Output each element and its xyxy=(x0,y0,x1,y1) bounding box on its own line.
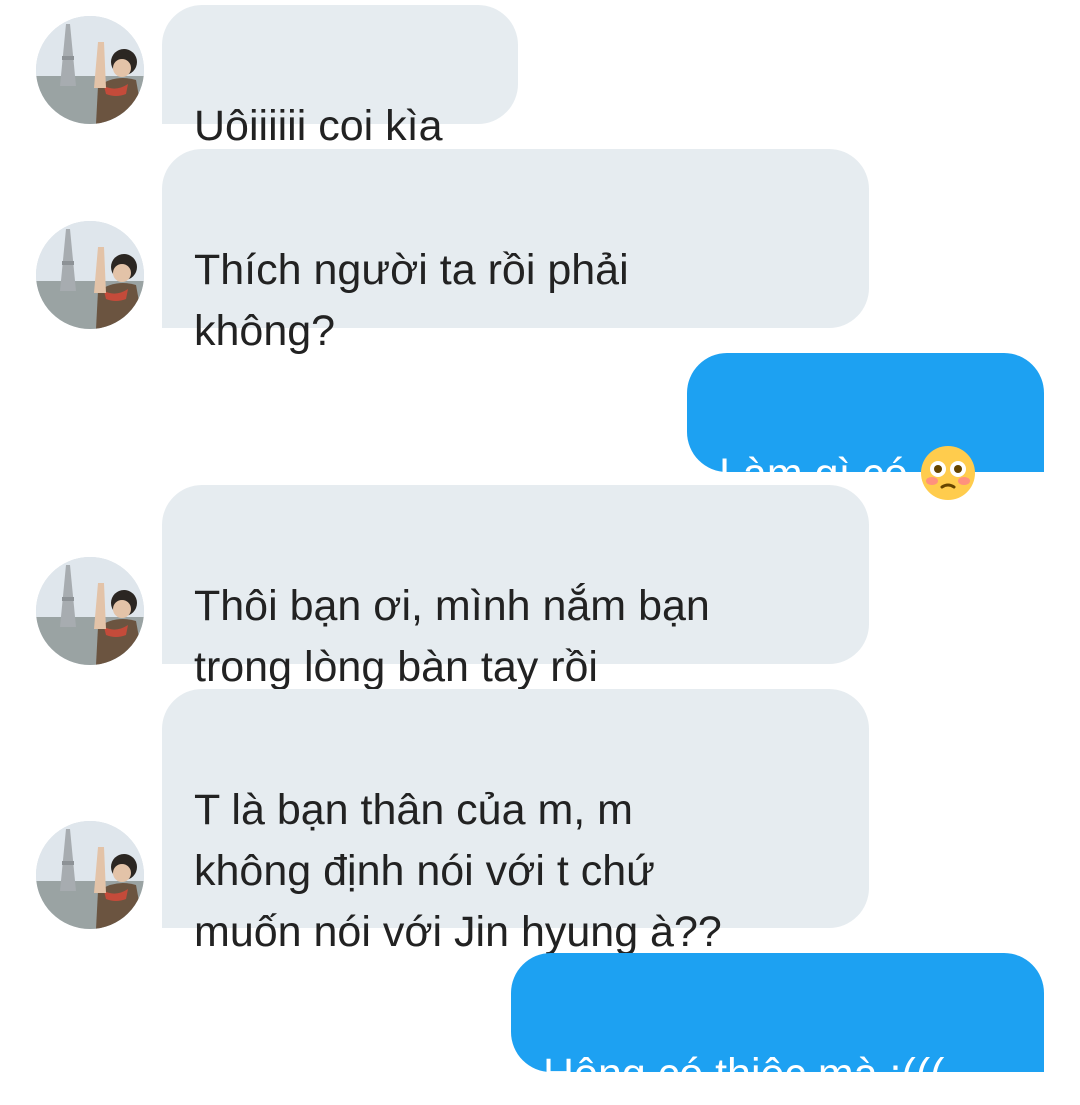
avatar[interactable] xyxy=(36,821,144,929)
incoming-message[interactable]: Thích người ta rồi phải không? xyxy=(162,149,869,355)
avatar-photo xyxy=(36,16,144,124)
message-text: Thích người ta rồi phải không? xyxy=(194,246,629,355)
incoming-message[interactable]: Uôiiiiii coi kìa xyxy=(162,5,518,150)
message-text: Thôi bạn ơi, mình nắm bạn trong lòng bàn… xyxy=(194,582,710,691)
flushed-face-icon xyxy=(919,444,976,501)
avatar[interactable] xyxy=(36,16,144,124)
avatar-photo xyxy=(36,821,144,929)
message-text: Hông có thiệc mà :((( xyxy=(543,1050,945,1098)
incoming-message[interactable]: T là bạn thân của m, m không định nói vớ… xyxy=(162,689,869,956)
message-text: Uôiiiiii coi kìa xyxy=(194,102,443,150)
message-text: T là bạn thân của m, m không định nói vớ… xyxy=(194,786,722,956)
avatar-photo xyxy=(36,221,144,329)
outgoing-message[interactable]: Hông có thiệc mà :((( xyxy=(511,953,1044,1098)
incoming-message[interactable]: Thôi bạn ơi, mình nắm bạn trong lòng bàn… xyxy=(162,485,869,691)
outgoing-message[interactable]: Làm gì có xyxy=(687,353,1044,501)
avatar[interactable] xyxy=(36,557,144,665)
avatar-photo xyxy=(36,557,144,665)
avatar[interactable] xyxy=(36,221,144,329)
